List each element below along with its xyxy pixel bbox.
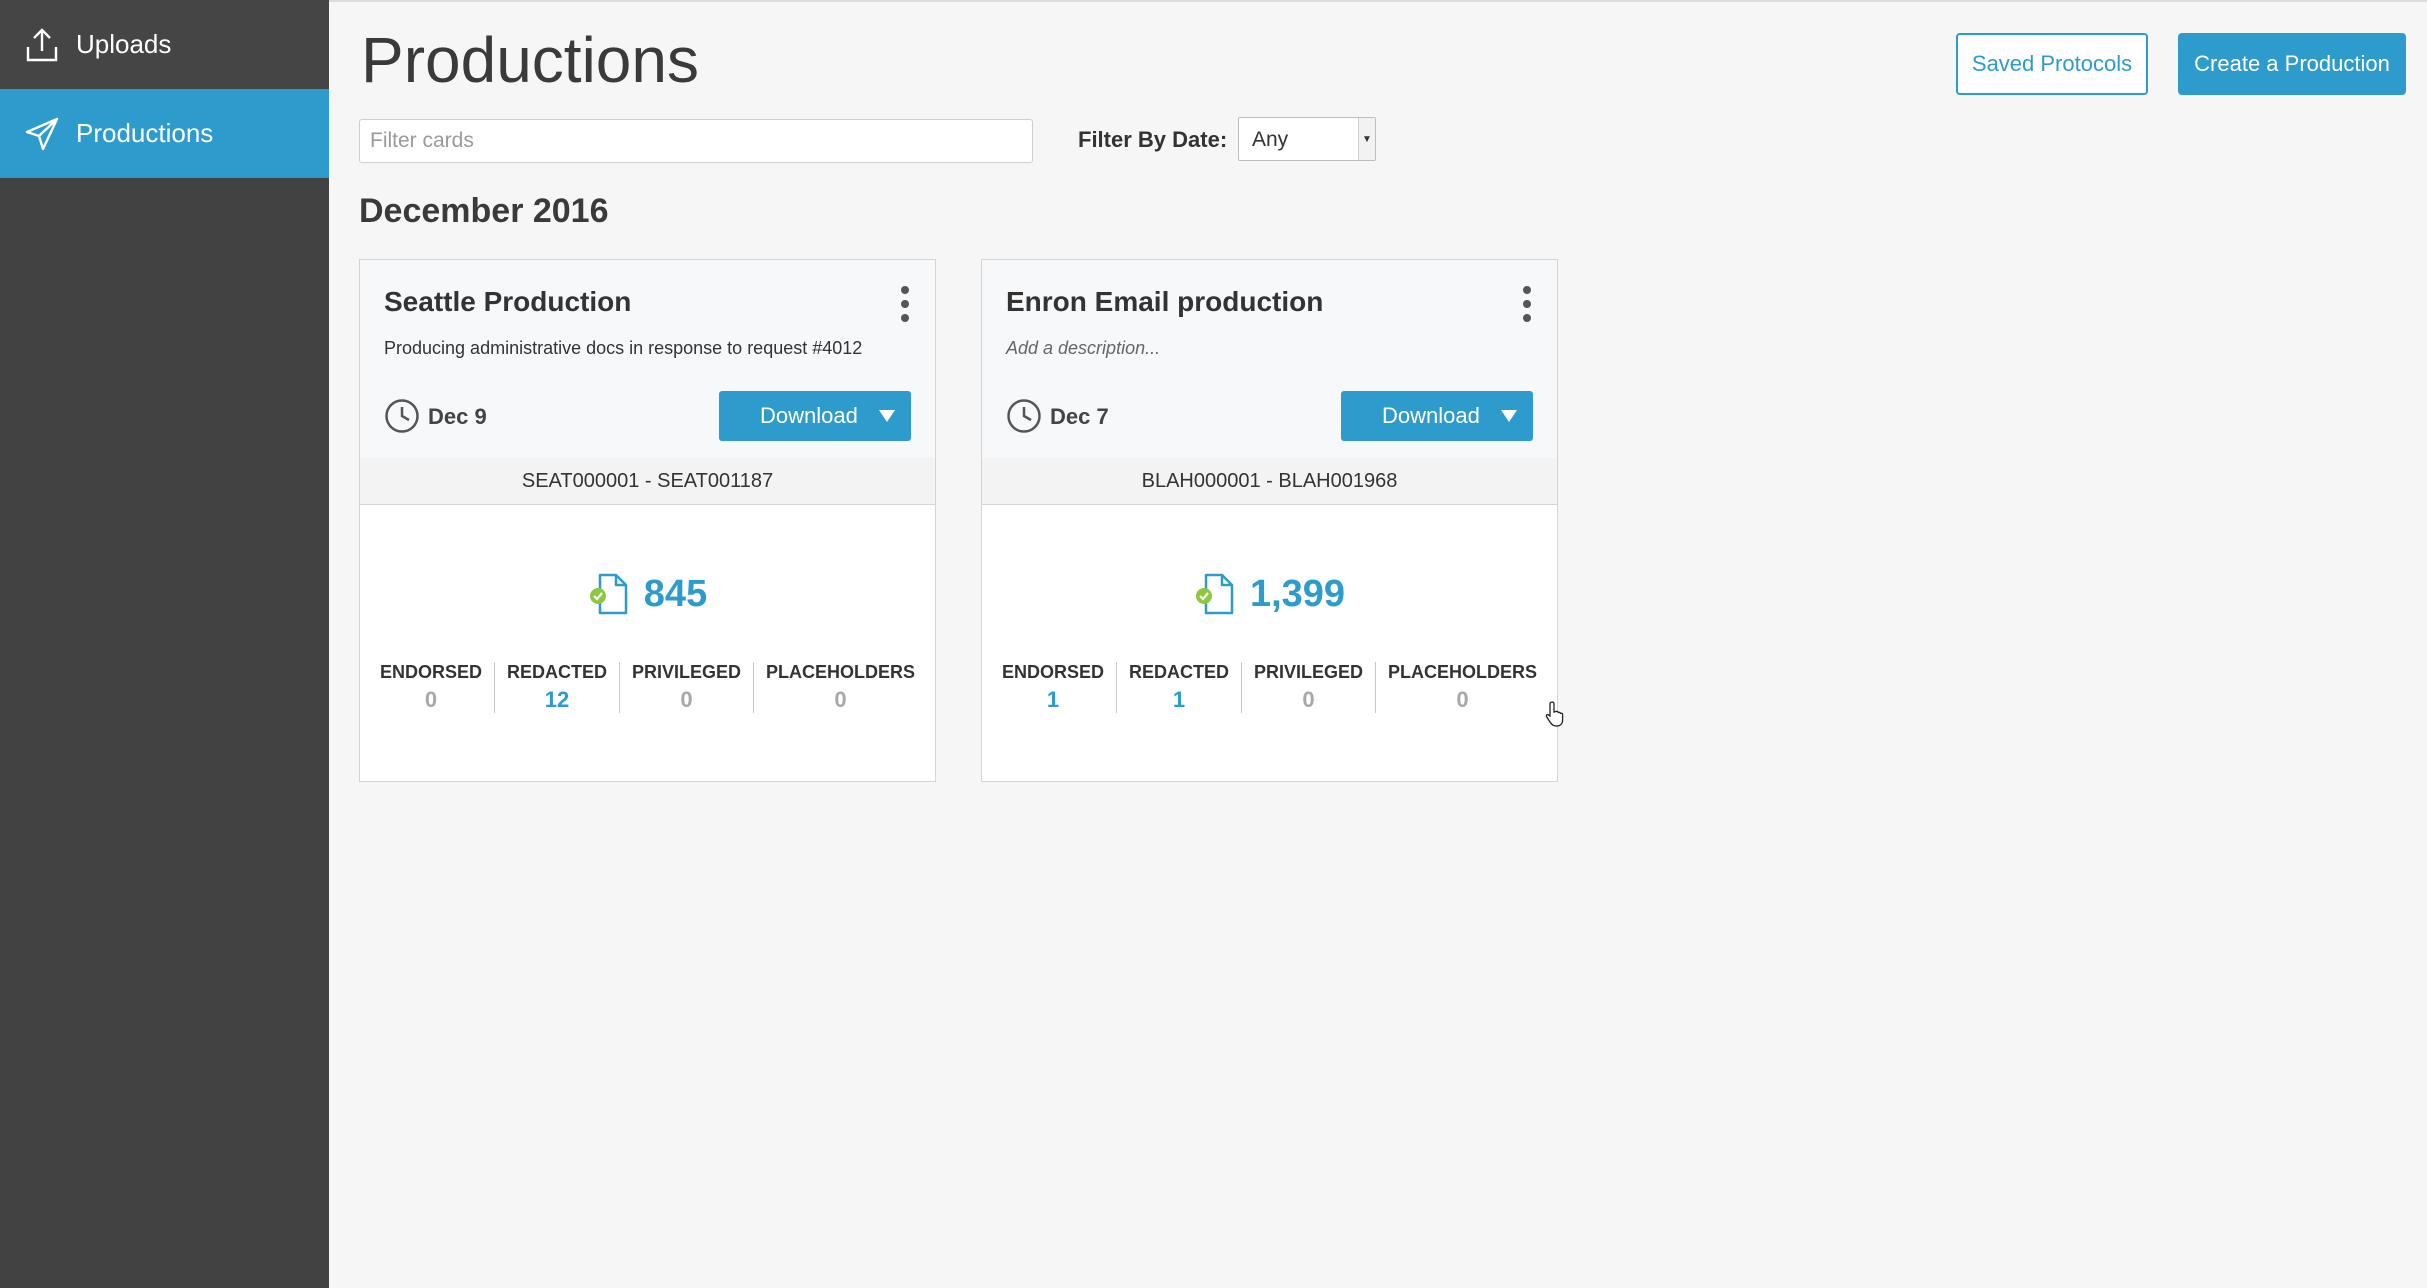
card-stats: ENDORSED 1 REDACTED 1 PRIVILEGED 0 PLACEHOL… (982, 662, 1557, 713)
card-date: Dec 9 (428, 404, 487, 429)
date-filter-select[interactable]: Any ▼ (1238, 117, 1376, 161)
chevron-down-icon: ▼ (1358, 118, 1375, 160)
page-title: Productions (361, 24, 699, 96)
stat-value[interactable]: 12 (507, 687, 607, 713)
stat-redacted[interactable]: REDACTED 12 (493, 662, 619, 713)
date-filter-value: Any (1252, 128, 1289, 151)
stat-label: REDACTED (506, 662, 607, 682)
stat-label: PRIVILEGED (631, 662, 742, 682)
caret-down-icon[interactable] (879, 410, 895, 422)
document-count: 1,399 (982, 572, 1557, 616)
download-label: Download (760, 403, 858, 428)
card-date: Dec 7 (1050, 404, 1109, 429)
stat-privileged: PRIVILEGED 0 (618, 662, 753, 713)
stat-value: 0 (1456, 687, 1469, 712)
more-options-icon[interactable] (1521, 286, 1533, 322)
more-options-icon[interactable] (899, 286, 911, 322)
stat-label: PLACEHOLDERS (1388, 662, 1538, 682)
stat-redacted[interactable]: REDACTED 1 (1115, 662, 1241, 713)
document-count-value: 1,399 (1249, 572, 1346, 615)
card-title[interactable]: Enron Email production (1006, 286, 1323, 318)
stat-value[interactable]: 1 (1129, 687, 1229, 713)
filter-by-date-label: Filter By Date: (1078, 127, 1228, 152)
clock-icon (385, 399, 419, 433)
document-check-icon (589, 573, 628, 615)
top-border (0, 0, 2427, 2)
saved-protocols-button[interactable]: Saved Protocols (1956, 33, 2148, 95)
sidebar-item-uploads[interactable]: Uploads (0, 0, 329, 89)
stat-label: PRIVILEGED (1253, 662, 1364, 682)
download-label: Download (1382, 403, 1480, 428)
stat-endorsed[interactable]: ENDORSED 1 (990, 662, 1116, 713)
document-count: 845 (360, 572, 935, 616)
stat-endorsed: ENDORSED 0 (368, 662, 494, 713)
stat-placeholders: PLACEHOLDERS 0 (753, 662, 927, 713)
clock-icon (1007, 399, 1041, 433)
card-description[interactable]: Producing administrative docs in respons… (384, 338, 862, 359)
download-button[interactable]: Download (719, 391, 911, 441)
production-card: Enron Email production Add a description… (981, 259, 1558, 782)
stat-value: 0 (424, 687, 438, 712)
sidebar-item-productions[interactable]: Productions (0, 89, 329, 178)
card-description[interactable]: Add a description... (1006, 338, 1160, 359)
document-count-value: 845 (643, 572, 708, 615)
stat-label: ENDORSED (1001, 662, 1104, 682)
stat-value: 0 (1302, 687, 1315, 712)
hand-cursor-icon (1545, 701, 1564, 727)
stat-label: ENDORSED (379, 662, 482, 682)
upload-icon (22, 25, 62, 65)
card-stats: ENDORSED 0 REDACTED 12 PRIVILEGED 0 PLACEHO… (360, 662, 935, 713)
stat-value[interactable]: 1 (1002, 687, 1104, 713)
stat-label: PLACEHOLDERS (766, 662, 916, 682)
document-check-icon (1195, 573, 1234, 615)
production-card: Seattle Production Producing administrat… (359, 259, 936, 782)
paper-plane-icon (22, 114, 62, 154)
section-title: December 2016 (359, 192, 609, 230)
card-header: Seattle Production Producing administrat… (360, 260, 935, 459)
card-title[interactable]: Seattle Production (384, 286, 631, 318)
card-header: Enron Email production Add a description… (982, 260, 1557, 459)
download-button[interactable]: Download (1341, 391, 1533, 441)
create-production-button[interactable]: Create a Production (2178, 33, 2406, 95)
sidebar: Uploads Productions (0, 0, 329, 1288)
stat-value: 0 (834, 687, 847, 712)
sidebar-item-label: Productions (76, 118, 214, 148)
caret-down-icon[interactable] (1501, 410, 1517, 422)
stat-placeholders: PLACEHOLDERS 0 (1375, 662, 1549, 713)
bates-range: SEAT000001 - SEAT001187 (360, 458, 935, 505)
stat-value: 0 (680, 687, 693, 712)
bates-range: BLAH000001 - BLAH001968 (982, 458, 1557, 505)
stat-label: REDACTED (1128, 662, 1229, 682)
stat-privileged: PRIVILEGED 0 (1240, 662, 1375, 713)
filter-cards-input[interactable] (359, 119, 1033, 163)
sidebar-item-label: Uploads (76, 29, 172, 59)
